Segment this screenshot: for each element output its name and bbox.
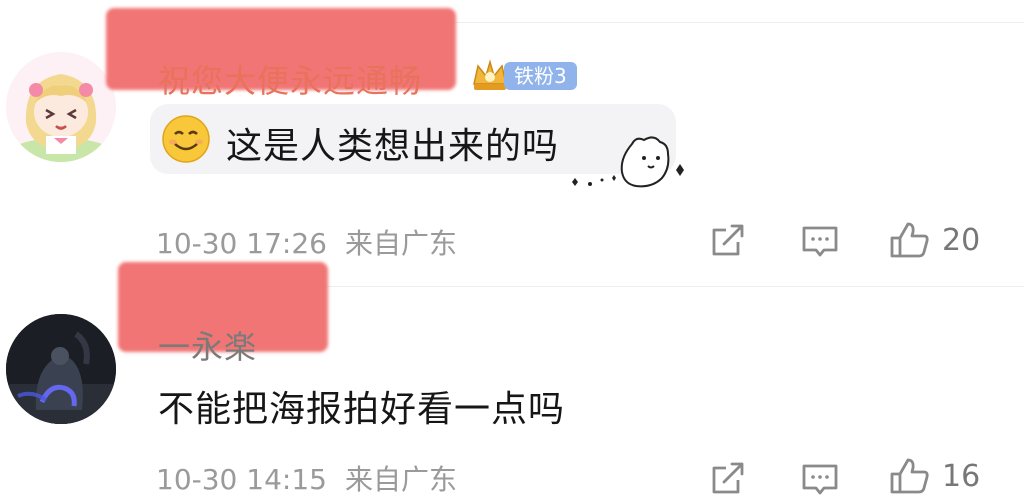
comment-text: 这是人类想出来的吗 [226, 126, 560, 167]
comment-location: 来自广东 [344, 463, 457, 496]
comment-meta: 10-30 14:15 来自广东 [156, 458, 457, 498]
fan-badge[interactable]: 铁粉3 [470, 56, 577, 96]
comment-date: 10-30 17:26 [156, 227, 327, 260]
like-button[interactable]: 20 [888, 218, 980, 262]
comment-icon [802, 226, 838, 257]
username[interactable]: 祝您大便永远通畅 [158, 56, 422, 102]
anime-girl-avatar-image [6, 52, 116, 162]
avatar[interactable] [6, 52, 116, 162]
dark-figure-avatar-image [6, 314, 116, 424]
comment-icon [802, 464, 838, 495]
reply-button[interactable] [800, 458, 840, 498]
avatar[interactable] [6, 314, 116, 424]
reply-button[interactable] [800, 220, 840, 260]
like-count: 20 [942, 222, 981, 258]
like-button[interactable]: 16 [888, 454, 980, 498]
smile-emoji-icon [162, 115, 210, 163]
comment-location: 来自广东 [344, 227, 457, 260]
like-icon [890, 222, 929, 258]
like-count: 16 [942, 458, 981, 494]
comment-date: 10-30 14:15 [156, 463, 327, 496]
comment-meta: 10-30 17:26 来自广东 [156, 222, 457, 262]
share-icon [712, 224, 744, 256]
fan-badge-label: 铁粉3 [504, 62, 577, 90]
share-button[interactable] [708, 220, 748, 260]
comment-text: 不能把海报拍好看一点吗 [158, 389, 566, 430]
bear-sticker-icon [572, 136, 684, 188]
like-icon [890, 458, 929, 494]
username[interactable]: 一永楽 [158, 322, 257, 368]
share-button[interactable] [708, 458, 748, 498]
share-icon [712, 462, 744, 494]
